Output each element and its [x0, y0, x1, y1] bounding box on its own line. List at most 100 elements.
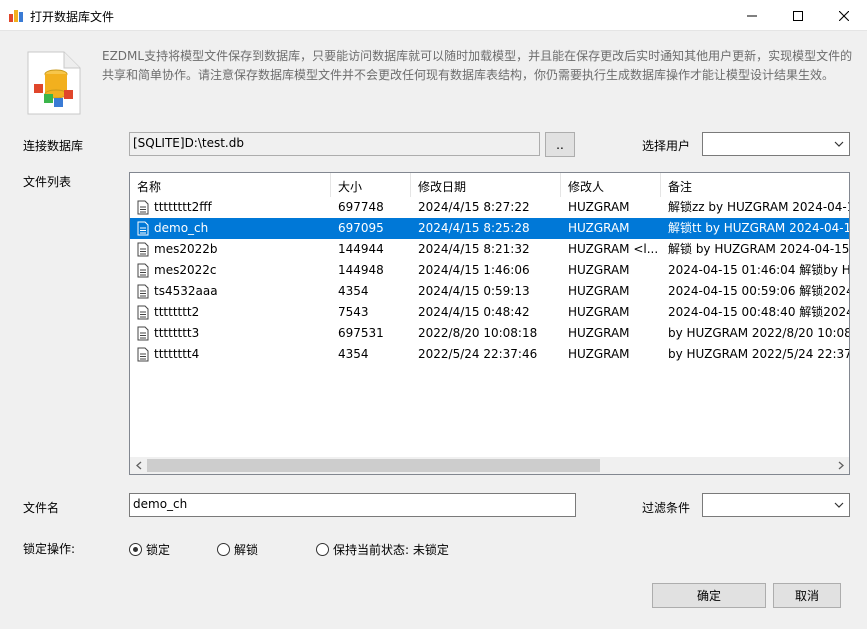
radio-circle — [129, 543, 142, 556]
filename-input[interactable]: demo_ch — [129, 493, 576, 517]
file-icon — [137, 284, 149, 299]
chevron-down-icon — [834, 141, 844, 147]
cell-date: 2024/4/15 0:59:13 — [418, 284, 530, 298]
cell-note: 解锁 by HUZGRAM 2024-04-15 — [668, 242, 849, 256]
radio-lock[interactable]: 锁定 — [129, 541, 170, 558]
file-row[interactable]: tttttttt2fff 697748 2024/4/15 8:27:22 HUZGR… — [130, 197, 849, 218]
minimize-icon — [747, 15, 757, 16]
cell-modifier: HUZGRAM — [568, 326, 630, 340]
title-bar: 打开数据库文件 — [0, 0, 867, 31]
close-button[interactable] — [821, 0, 867, 31]
cell-name: tttttttt2 — [154, 305, 200, 319]
file-row[interactable]: mes2022b 144944 2024/4/15 8:21:32 HUZGRAM <… — [130, 239, 849, 260]
cell-note: by HUZGRAM 2022/8/20 10:08: — [668, 326, 849, 340]
cell-size: 697095 — [338, 221, 384, 235]
cell-date: 2024/4/15 0:48:42 — [418, 305, 530, 319]
close-icon — [839, 10, 849, 21]
cell-note: 2024-04-15 00:48:40 解锁2024- — [668, 305, 849, 319]
file-icon — [137, 221, 149, 236]
cell-name: tttttttt4 — [154, 347, 200, 361]
file-icon — [137, 200, 149, 215]
cell-date: 2024/4/15 8:21:32 — [418, 242, 530, 256]
scroll-right-button[interactable] — [832, 457, 849, 474]
chevron-down-icon — [834, 502, 844, 508]
cell-name: tttttttt2fff — [154, 200, 212, 214]
radio-unlock-label: 解锁 — [234, 543, 259, 557]
file-row[interactable]: demo_ch 697095 2024/4/15 8:25:28 HUZGRAM 解锁t… — [130, 218, 849, 239]
cell-date: 2024/4/15 1:46:06 — [418, 263, 530, 277]
intro-description: EZDML支持将模型文件保存到数据库，只要能访问数据库就可以随时加载模型，并且能… — [102, 49, 853, 82]
cell-modifier: HUZGRAM — [568, 284, 630, 298]
scroll-left-button[interactable] — [130, 457, 147, 474]
file-icon — [137, 242, 149, 257]
cell-modifier: HUZGRAM — [568, 347, 630, 361]
user-select[interactable] — [702, 132, 850, 156]
connection-field[interactable]: [SQLITE]D:\test.db — [129, 132, 540, 156]
radio-keep-state[interactable]: 保持当前状态: 未锁定 — [316, 541, 449, 558]
cell-note: by HUZGRAM 2022/5/24 22:37: — [668, 347, 849, 361]
cell-size: 697748 — [338, 200, 384, 214]
radio-unlock[interactable]: 解锁 — [217, 541, 258, 558]
file-icon — [137, 326, 149, 341]
cell-date: 2024/4/15 8:27:22 — [418, 200, 530, 214]
file-row[interactable]: ts4532aaa 4354 2024/4/15 0:59:13 HUZGRAM 202… — [130, 281, 849, 302]
radio-lock-label: 锁定 — [146, 543, 171, 557]
cell-modifier: HUZGRAM — [568, 305, 630, 319]
chevron-right-icon — [838, 461, 844, 470]
cell-size: 144944 — [338, 242, 384, 256]
filter-select[interactable] — [702, 493, 850, 517]
file-icon — [137, 347, 149, 362]
cell-modifier: HUZGRAM — [568, 221, 630, 235]
column-header-size[interactable]: 大小 — [331, 173, 411, 197]
file-row[interactable]: tttttttt2 7543 2024/4/15 0:48:42 HUZGRAM 202… — [130, 302, 849, 323]
cell-name: mes2022c — [154, 263, 217, 277]
connection-label: 连接数据库 — [23, 139, 84, 153]
database-file-icon — [27, 51, 81, 115]
cell-modifier: HUZGRAM — [568, 263, 630, 277]
radio-keep-state-label: 保持当前状态: 未锁定 — [333, 543, 449, 557]
file-row[interactable]: tttttttt3 697531 2022/8/20 10:08:18 HUZGRAM… — [130, 323, 849, 344]
cell-size: 4354 — [338, 284, 369, 298]
cancel-button[interactable]: 取消 — [773, 583, 841, 608]
minimize-button[interactable] — [729, 0, 775, 31]
column-header-note[interactable]: 备注 — [661, 173, 849, 197]
app-icon — [9, 10, 23, 22]
cell-note: 解锁tt by HUZGRAM 2024-04-1 — [668, 221, 849, 235]
browse-connection-button[interactable]: .. — [545, 132, 575, 157]
horizontal-scrollbar[interactable] — [130, 457, 849, 474]
file-list-header: 名称 大小 修改日期 修改人 备注 — [130, 173, 849, 197]
cell-size: 4354 — [338, 347, 369, 361]
radio-circle — [217, 543, 230, 556]
column-header-modifier[interactable]: 修改人 — [561, 173, 661, 197]
cell-size: 7543 — [338, 305, 369, 319]
ok-button[interactable]: 确定 — [652, 583, 766, 608]
scrollbar-thumb[interactable] — [147, 459, 600, 472]
cell-date: 2022/5/24 22:37:46 — [418, 347, 538, 361]
window-title: 打开数据库文件 — [30, 10, 115, 24]
cell-name: ts4532aaa — [154, 284, 218, 298]
column-header-name[interactable]: 名称 — [130, 173, 331, 197]
cell-modifier: HUZGRAM <l... — [568, 242, 659, 256]
maximize-button[interactable] — [775, 0, 821, 31]
file-list[interactable]: 名称 大小 修改日期 修改人 备注 tttttttt2fff 697748 2024… — [129, 172, 850, 475]
cell-name: mes2022b — [154, 242, 218, 256]
file-icon — [137, 263, 149, 278]
file-row[interactable]: mes2022c 144948 2024/4/15 1:46:06 HUZGRAM 20… — [130, 260, 849, 281]
cell-date: 2022/8/20 10:08:18 — [418, 326, 538, 340]
cell-note: 解锁zz by HUZGRAM 2024-04-1 — [668, 200, 849, 214]
radio-circle — [316, 543, 329, 556]
file-icon — [137, 305, 149, 320]
filename-label: 文件名 — [23, 501, 60, 515]
lock-operation-label: 锁定操作: — [23, 542, 76, 556]
file-row[interactable]: tttttttt4 4354 2022/5/24 22:37:46 HUZGRAM by… — [130, 344, 849, 365]
cell-date: 2024/4/15 8:25:28 — [418, 221, 530, 235]
cell-note: 2024-04-15 01:46:04 解锁by HU — [668, 263, 849, 277]
column-header-date[interactable]: 修改日期 — [411, 173, 561, 197]
cell-name: demo_ch — [154, 221, 209, 235]
filter-label: 过滤条件 — [642, 501, 691, 515]
cell-note: 2024-04-15 00:59:06 解锁2024- — [668, 284, 849, 298]
maximize-icon — [793, 10, 803, 21]
user-label: 选择用户 — [642, 139, 691, 153]
cell-size: 697531 — [338, 326, 384, 340]
cell-name: tttttttt3 — [154, 326, 200, 340]
